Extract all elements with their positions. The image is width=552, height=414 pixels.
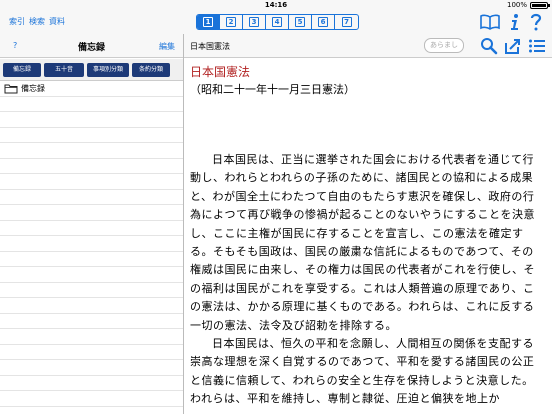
list-item[interactable]: 備忘録 [0,81,183,97]
list-row [0,97,183,112]
status-bar: 14:16 100% [0,0,552,10]
volume-tab-7[interactable]: 7 [335,15,358,29]
filter-bar: 備忘録 五十音 事項別分類 条約分類 [0,59,183,81]
list-row [0,159,183,174]
list-row [0,221,183,236]
list-row [0,298,183,314]
top-menu: 索引 検索 資料 [9,16,65,27]
volume-tab-3[interactable]: 3 [243,15,266,29]
document-tools [480,37,546,55]
list-row [0,267,183,283]
summary-button[interactable]: あらまし [424,38,464,53]
list-row [0,329,183,345]
filter-treaty-button[interactable]: 条約分類 [132,63,170,77]
list-row [0,236,183,252]
document-content: 日本国憲法 （昭和二十一年十一月三日憲法） 日本国民は、正当に選挙された国会にお… [184,59,552,414]
list-row [0,112,183,128]
menu-search[interactable]: 検索 [29,16,45,27]
list-row [0,128,183,143]
edit-button[interactable]: 編集 [159,41,175,52]
memo-list: 備忘録 [0,81,183,414]
open-book-icon[interactable] [480,14,500,30]
list-row [0,376,183,391]
preamble-paragraph-1: 日本国民は、正当に選挙された国会における代表者を通じて行動し、われらとわれらの子… [190,153,535,332]
volume-tab-2[interactable]: 2 [220,15,243,29]
law-date: （昭和二十一年十一月三日憲法） [190,83,355,96]
help-icon[interactable] [530,13,542,31]
document-title: 日本国憲法 [190,42,230,51]
folder-label: 備忘録 [21,83,45,93]
filter-category-button[interactable]: 事項別分類 [87,63,129,77]
volume-tab-4[interactable]: 4 [266,15,289,29]
menu-index[interactable]: 索引 [9,16,25,27]
preamble-text: 日本国民は、正当に選挙された国会における代表者を通じて行動し、われらとわれらの子… [190,151,542,409]
info-icon[interactable] [510,13,520,31]
list-row [0,391,183,407]
list-row [0,143,183,159]
list-row [0,360,183,376]
list-row [0,345,183,360]
folder-icon [4,84,18,94]
list-row [0,283,183,298]
list-row [0,174,183,190]
volume-tab-6[interactable]: 6 [312,15,335,29]
law-title: 日本国憲法 [190,65,251,79]
preamble-paragraph-2: 日本国民は、恒久の平和を念願し、人間相互の関係を支配する崇高な理想を深く自覚する… [190,337,535,406]
left-panel-header: ? 備忘録 編集 [0,34,183,58]
menu-materials[interactable]: 資料 [49,16,65,27]
list-row [0,252,183,267]
filter-memo-button[interactable]: 備忘録 [3,63,41,77]
battery-icon [530,1,550,9]
battery-percent: 100% [506,1,527,9]
list-row [0,314,183,329]
volume-tab-5[interactable]: 5 [289,15,312,29]
list-icon[interactable] [528,37,546,55]
top-toolbar: 索引 検索 資料 1 2 3 4 5 6 7 [0,10,552,34]
top-icons [480,13,542,31]
list-row [0,205,183,221]
list-row [0,190,183,205]
search-icon[interactable] [480,37,498,55]
status-time: 14:16 [264,1,288,9]
share-icon[interactable] [504,37,522,55]
battery-indicator: 100% [506,0,550,10]
filter-gojuon-button[interactable]: 五十音 [44,63,84,77]
left-panel-title: 備忘録 [77,43,105,53]
volume-tab-1[interactable]: 1 [197,15,220,29]
volume-tabs: 1 2 3 4 5 6 7 [196,14,359,30]
document-header: 日本国憲法 あらまし [184,34,552,58]
